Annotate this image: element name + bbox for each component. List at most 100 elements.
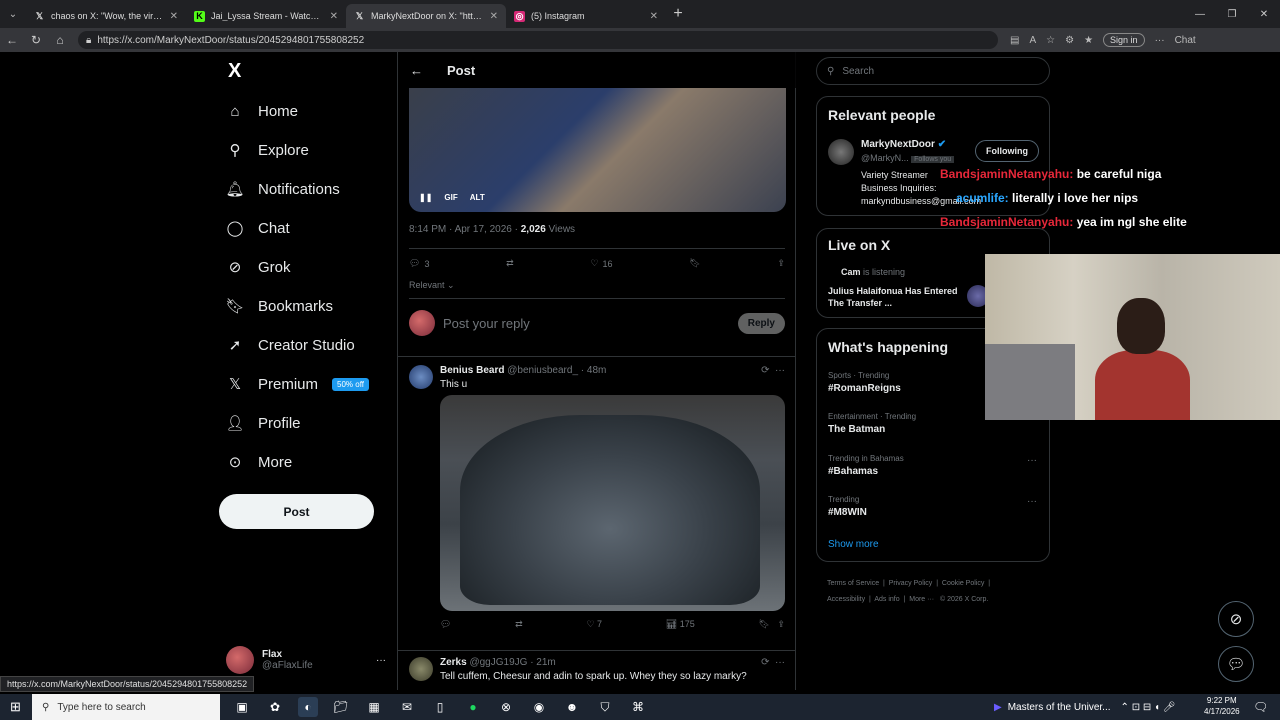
author-handle[interactable]: @ggJG19JG · 21m (469, 657, 555, 668)
back-arrow-icon[interactable]: ← (410, 63, 423, 78)
app-icon[interactable]: ◉ (529, 697, 549, 717)
author-handle[interactable]: @beniusbeard_ · 48m (507, 365, 606, 376)
favorites-icon[interactable]: ★ (1084, 35, 1093, 46)
footer-link[interactable]: Ads info (874, 596, 899, 603)
footer-link[interactable]: Privacy Policy (889, 580, 933, 587)
x-logo-icon[interactable]: X (228, 60, 241, 83)
footer-link[interactable]: More ··· (909, 596, 934, 603)
menu-icon[interactable]: ··· (1155, 35, 1165, 46)
avatar[interactable] (409, 657, 433, 681)
nav-explore[interactable]: ⚲ Explore (226, 141, 309, 160)
system-tray-icons[interactable]: ⌃ ⊡ ⊟ ◖ 🎤︎ (1121, 702, 1176, 713)
discord-icon[interactable]: ☻ (562, 697, 582, 717)
read-aloud-icon[interactable]: A (1029, 35, 1036, 46)
nav-premium[interactable]: 𝕏 Premium 50% off (226, 375, 369, 393)
sign-in-button[interactable]: Sign in (1103, 33, 1145, 47)
copilot-chat-button[interactable]: Chat (1175, 35, 1196, 46)
notifications-icon[interactable]: 🗨︎ (1253, 700, 1268, 714)
browser-tab[interactable]: ◎ (5) Instagram ✕ (506, 4, 666, 28)
store-icon[interactable]: ▦ (364, 697, 384, 717)
avatar[interactable] (828, 139, 854, 165)
grok-fab-button[interactable]: ⊘ (1218, 601, 1254, 637)
tweet-more-icon[interactable]: ⟳ ··· (761, 365, 785, 376)
like-action[interactable]: ♡ 7 (586, 619, 602, 630)
author-name[interactable]: Benius Beard (440, 365, 504, 376)
copilot-icon[interactable]: ✿ (265, 697, 285, 717)
trend-name[interactable]: #RomanReigns (828, 383, 901, 394)
close-icon[interactable]: ✕ (170, 11, 178, 22)
close-window-button[interactable]: ✕ (1248, 0, 1280, 28)
windows-start-icon[interactable]: ⊞ (10, 699, 21, 715)
close-icon[interactable]: ✕ (490, 11, 498, 22)
notepad-icon[interactable]: ▯ (430, 697, 450, 717)
reply-icon[interactable]: 💬︎ (440, 619, 451, 630)
reply-input[interactable]: Post your reply (443, 316, 730, 331)
taskbar-clock[interactable]: 9:22 PM 4/17/2026 (1204, 695, 1240, 717)
reply-button[interactable]: Reply (737, 312, 785, 334)
trend-name[interactable]: #M8WIN (828, 507, 867, 518)
trend-name[interactable]: #Bahamas (828, 466, 878, 477)
reader-icon[interactable]: ▤ (1010, 35, 1019, 46)
browser-tab[interactable]: 𝕏 chaos on X: "Wow, the viral Armen ✕ (26, 4, 186, 28)
mail-icon[interactable]: ✉ (397, 697, 417, 717)
live-user[interactable]: Cam (841, 267, 861, 277)
following-button[interactable]: Following (975, 140, 1039, 162)
tab-list-button[interactable]: ⌄ (0, 0, 26, 28)
alt-label[interactable]: ALT (470, 193, 485, 202)
author-name[interactable]: Zerks (440, 657, 467, 668)
close-icon[interactable]: ✕ (330, 11, 338, 22)
obs-icon[interactable]: ⌘ (628, 697, 648, 717)
home-icon[interactable]: ⌂ (48, 33, 72, 47)
reply-tweet[interactable]: Benius Beard @beniusbeard_ · 48m ⟳ ··· T… (409, 365, 785, 645)
post-timestamp[interactable]: 8:14 PM · Apr 17, 2026 · (409, 224, 521, 235)
taskbar-search[interactable]: ⚲ Type here to search (32, 694, 220, 720)
pause-icon[interactable]: ❚❚ (419, 193, 432, 202)
person-name[interactable]: MarkyNextDoor ✔ (861, 139, 946, 150)
tweet-more-icon[interactable]: ⟳ ··· (761, 657, 785, 668)
browser-tab[interactable]: K Jai_Lyssa Stream - Watch Live on K ✕ (186, 4, 346, 28)
nav-bookmarks[interactable]: 🔖︎ Bookmarks (225, 297, 333, 316)
nav-grok[interactable]: ⊘ Grok (226, 258, 291, 277)
xbox-icon[interactable]: ⊗ (496, 697, 516, 717)
more-icon[interactable]: ··· (1027, 455, 1037, 466)
close-icon[interactable]: ✕ (650, 11, 658, 22)
url-field[interactable]: 🔒︎ https://x.com/MarkyNextDoor/status/20… (78, 31, 998, 49)
bookmark-action[interactable]: 🔖︎ (689, 258, 700, 269)
refresh-icon[interactable]: ↻ (24, 33, 48, 47)
nav-home[interactable]: ⌂ Home (226, 102, 298, 120)
nav-creator-studio[interactable]: ➚ Creator Studio (226, 336, 355, 355)
maximize-button[interactable]: ❐ (1216, 0, 1248, 28)
back-icon[interactable]: ← (0, 33, 24, 47)
file-explorer-icon[interactable]: 📁︎ (331, 697, 351, 717)
search-input[interactable]: ⚲ Search (816, 57, 1050, 85)
bookmark-icon[interactable]: 🔖︎ ⇪ (758, 619, 784, 630)
like-action[interactable]: ♡ 16 (590, 258, 612, 269)
nav-profile[interactable]: 👤︎ Profile (225, 414, 300, 433)
footer-link[interactable]: Cookie Policy (942, 580, 984, 587)
shield-icon[interactable]: ⛉ (595, 697, 615, 717)
avatar[interactable] (409, 365, 433, 389)
task-view-icon[interactable]: ▣ (232, 697, 252, 717)
reply-sort-dropdown[interactable]: Relevant ⌄ (409, 280, 455, 291)
more-icon[interactable]: ··· (1027, 496, 1037, 507)
new-tab-button[interactable]: + (666, 5, 690, 23)
minimize-button[interactable]: — (1184, 0, 1216, 28)
footer-link[interactable]: Terms of Service (827, 580, 879, 587)
more-icon[interactable]: ··· (376, 655, 386, 666)
repost-action[interactable]: ⇄ (506, 258, 514, 269)
repost-icon[interactable]: ⇄ (515, 619, 523, 630)
favorite-icon[interactable]: ☆ (1046, 35, 1055, 46)
views-action[interactable]: 📊︎ 175 (666, 619, 695, 630)
spotify-icon[interactable]: ● (463, 697, 483, 717)
nav-chat[interactable]: ◯ Chat (226, 219, 290, 238)
show-more-link[interactable]: Show more (828, 539, 879, 550)
reply-tweet[interactable]: Zerks @ggJG19JG · 21m ⟳ ··· Tell cuffem,… (409, 657, 785, 690)
browser-tab-active[interactable]: 𝕏 MarkyNextDoor on X: "https:// ✕ (346, 4, 506, 28)
post-media-gif[interactable]: ❚❚ GIF ALT (409, 88, 786, 212)
chat-fab-button[interactable]: 💬︎ (1218, 646, 1254, 682)
reply-action[interactable]: 💬︎ 3 (409, 258, 429, 269)
now-playing[interactable]: ▶ Masters of the Univer... ⌃ ⊡ ⊟ ◖ 🎤︎ (994, 702, 1176, 713)
tweet-image[interactable] (440, 395, 785, 611)
nav-more[interactable]: ⊙ More (226, 453, 292, 472)
share-action[interactable]: ⇪ (777, 258, 785, 269)
